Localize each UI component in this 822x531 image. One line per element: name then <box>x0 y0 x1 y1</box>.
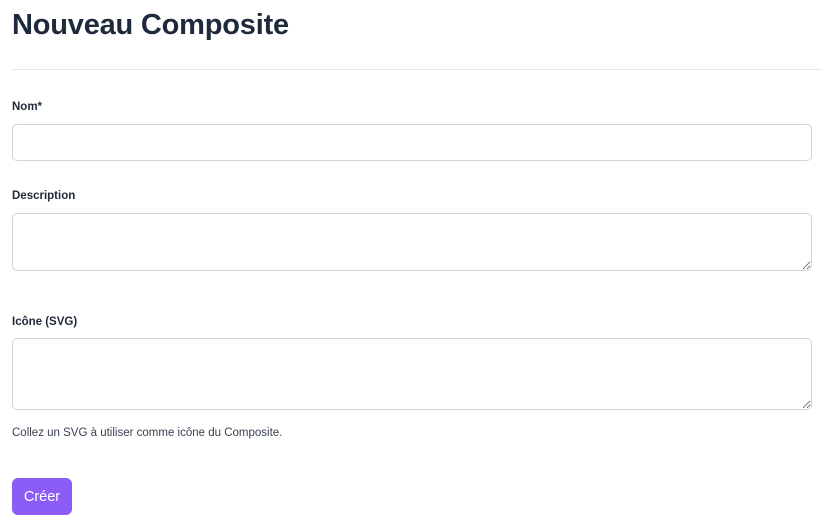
icon-svg-help-text: Collez un SVG à utiliser comme icône du … <box>12 427 283 439</box>
description-label: Description <box>12 190 76 202</box>
new-composite-page: Nouveau Composite Nom* Description Icône… <box>0 0 822 531</box>
icon-svg-label: Icône (SVG) <box>12 316 78 328</box>
icon-svg-textarea[interactable] <box>12 338 812 410</box>
description-textarea[interactable] <box>12 213 812 271</box>
create-button[interactable]: Créer <box>12 478 72 515</box>
header-divider <box>12 69 822 70</box>
name-input[interactable] <box>12 124 812 161</box>
name-label: Nom* <box>12 101 43 113</box>
page-title: Nouveau Composite <box>12 9 289 41</box>
